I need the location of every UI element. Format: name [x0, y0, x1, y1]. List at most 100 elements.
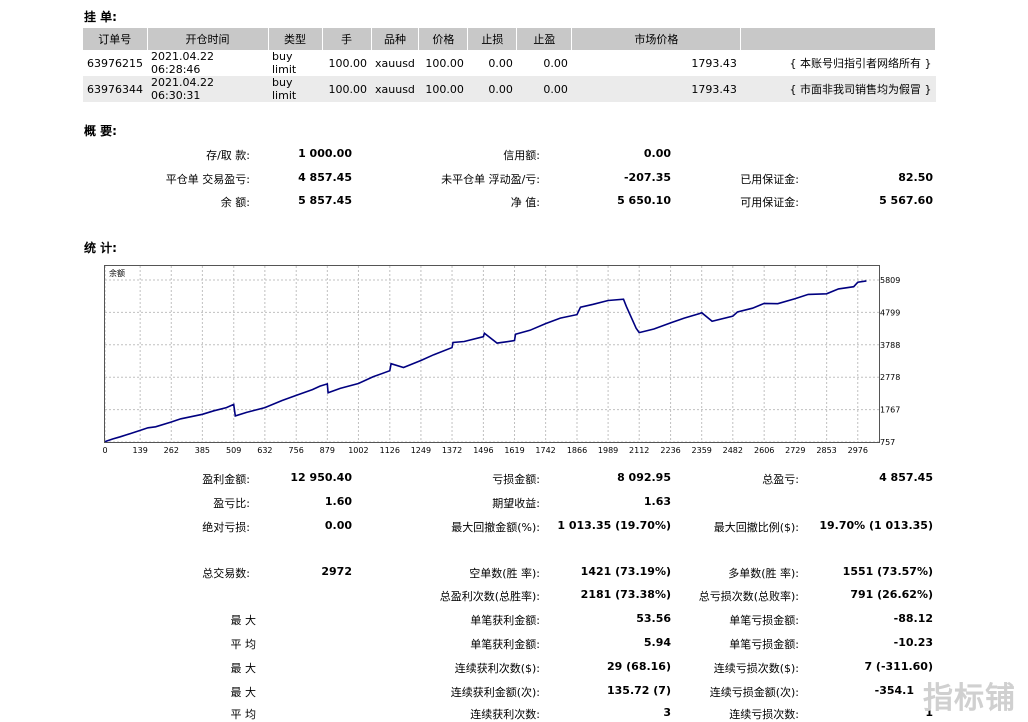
credit-label: 信用额:: [503, 149, 540, 162]
largest-loss-value: -88.12: [893, 612, 933, 625]
order-id: 63976215: [87, 56, 143, 70]
avg-profit-label: 单笔获利金额:: [470, 638, 540, 651]
deposit-label: 存/取 款:: [206, 149, 250, 162]
max-consec-losses-value: 7 (-311.60): [864, 660, 933, 673]
balance-value: 5 857.45: [298, 194, 352, 207]
short-trades-value: 1421 (73.19%): [580, 565, 671, 578]
balance-chart: 余额: [104, 265, 880, 443]
max-drawdown-pct-label: 最大回撤比例($):: [713, 521, 799, 534]
avg-consec-wins-value: 3: [663, 706, 671, 719]
order-open-time: 2021.04.22 06:28:46: [151, 50, 214, 76]
watermark-logo: 指标铺: [923, 681, 1016, 716]
y-tick-label: 1767: [880, 406, 900, 415]
abs-drawdown-label: 绝对亏损:: [202, 521, 250, 534]
avg-consec-wins-label: 连续获利次数:: [470, 708, 540, 721]
total-pl-value: 4 857.45: [879, 471, 933, 484]
max-consec-loss-value: -354.1: [874, 684, 914, 697]
total-trades-label: 总交易数:: [202, 567, 250, 580]
total-trades-value: 2972: [321, 565, 352, 578]
y-tick-label: 757: [880, 438, 895, 447]
avg-consec-losses-label: 连续亏损次数:: [729, 708, 799, 721]
col-tp: 止盈: [516, 28, 573, 50]
order-comment: { 本账号归指引者网络所有 }: [789, 57, 932, 70]
largest-profit-value: 53.56: [636, 612, 671, 625]
col-open-time: 开仓时间: [147, 28, 269, 50]
orders-section-title: 挂 单:: [84, 10, 117, 24]
expected-payoff-label: 期望收益:: [492, 497, 540, 510]
x-tick-label: 756: [289, 446, 304, 455]
floating-pl-value: -207.35: [623, 171, 671, 184]
order-symbol: xauusd: [371, 76, 419, 102]
order-market-price: 1793.43: [691, 56, 737, 70]
balance-label: 余 额:: [220, 196, 250, 209]
long-trades-value: 1551 (73.57%): [842, 565, 933, 578]
max-drawdown-label: 最大回撤金额(%):: [451, 521, 540, 534]
x-tick-label: 1496: [473, 446, 493, 455]
profit-factor-value: 1.60: [324, 495, 352, 508]
stats-section-title: 统 计:: [84, 241, 117, 255]
y-tick-label: 2778: [880, 373, 900, 382]
x-tick-label: 2606: [754, 446, 774, 455]
free-margin-value: 5 567.60: [879, 194, 933, 207]
deposit-value: 1 000.00: [298, 147, 352, 160]
order-price: 100.00: [418, 76, 468, 102]
order-row: 63976344 2021.04.22 06:30:31 buy limit 1…: [83, 76, 936, 102]
x-tick-label: 2729: [785, 446, 805, 455]
x-tick-label: 1372: [442, 446, 462, 455]
loss-trades-value: 791 (26.62%): [850, 588, 933, 601]
short-trades-label: 空单数(胜 率):: [469, 567, 540, 580]
closed-pl-label: 平仓单 交易盈亏:: [165, 173, 250, 186]
order-type: buy limit: [272, 50, 297, 76]
x-tick-label: 1866: [567, 446, 587, 455]
max-consec-label: 最 大: [230, 662, 257, 675]
order-type: buy limit: [268, 76, 322, 102]
largest-label: 最 大: [230, 614, 257, 627]
avg-loss-value: -10.23: [893, 636, 933, 649]
order-sl: 0.00: [488, 56, 513, 70]
x-tick-label: 1742: [535, 446, 555, 455]
x-tick-label: 2853: [816, 446, 836, 455]
order-price: 100.00: [425, 56, 464, 70]
max-consec-loss-label: 连续亏损金额(次):: [709, 686, 799, 699]
x-tick-label: 262: [164, 446, 179, 455]
max-drawdown-pct-value: 19.70% (1 013.35): [819, 519, 933, 532]
x-tick-label: 1249: [411, 446, 431, 455]
largest-loss-label: 单笔亏损金额:: [729, 614, 799, 627]
max-consec-profit-label: 连续获利金额(次):: [450, 686, 540, 699]
order-sl: 0.00: [467, 76, 517, 102]
order-open-time: 2021.04.22 06:30:31: [147, 76, 268, 102]
average-label: 平 均: [230, 638, 257, 651]
loss-trades-label: 总亏损次数(总败率):: [698, 590, 799, 603]
col-symbol: 品种: [371, 28, 420, 50]
free-margin-label: 可用保证金:: [740, 196, 799, 209]
order-tp: 0.00: [516, 76, 572, 102]
x-tick-label: 385: [195, 446, 210, 455]
col-sl: 止损: [467, 28, 518, 50]
long-trades-label: 多单数(胜 率):: [728, 567, 799, 580]
chart-title: 余额: [109, 268, 125, 278]
col-type: 类型: [268, 28, 323, 50]
x-tick-label: 2112: [629, 446, 649, 455]
orders-table: 订单号 开仓时间 类型 手 品种 价格 止损 止盈 市场价格 63976215 …: [83, 28, 936, 102]
max-consec-wins-value: 29 (68.16): [607, 660, 671, 673]
order-id: 63976344: [83, 76, 147, 102]
x-tick-label: 1619: [504, 446, 524, 455]
summary-section-title: 概 要:: [84, 124, 117, 138]
x-tick-label: 139: [133, 446, 148, 455]
gross-profit-label: 盈利金额:: [202, 473, 250, 486]
margin-value: 82.50: [898, 171, 933, 184]
margin-label: 已用保证金:: [740, 173, 799, 186]
balance-series-line: [105, 280, 867, 442]
x-tick-label: 2359: [692, 446, 712, 455]
col-lots: 手: [322, 28, 372, 50]
max-consec-wins-label: 连续获利次数($):: [454, 662, 540, 675]
profit-trades-label: 总盈利次数(总胜率):: [439, 590, 540, 603]
x-tick-label: 632: [257, 446, 272, 455]
gross-loss-label: 亏损金额:: [492, 473, 540, 486]
equity-label: 净 值:: [510, 196, 540, 209]
profit-trades-value: 2181 (73.38%): [580, 588, 671, 601]
total-pl-label: 总盈亏:: [762, 473, 799, 486]
avg-consec-label: 平 均: [230, 708, 257, 721]
y-tick-label: 4799: [880, 308, 900, 317]
col-market-price: 市场价格: [571, 28, 742, 50]
